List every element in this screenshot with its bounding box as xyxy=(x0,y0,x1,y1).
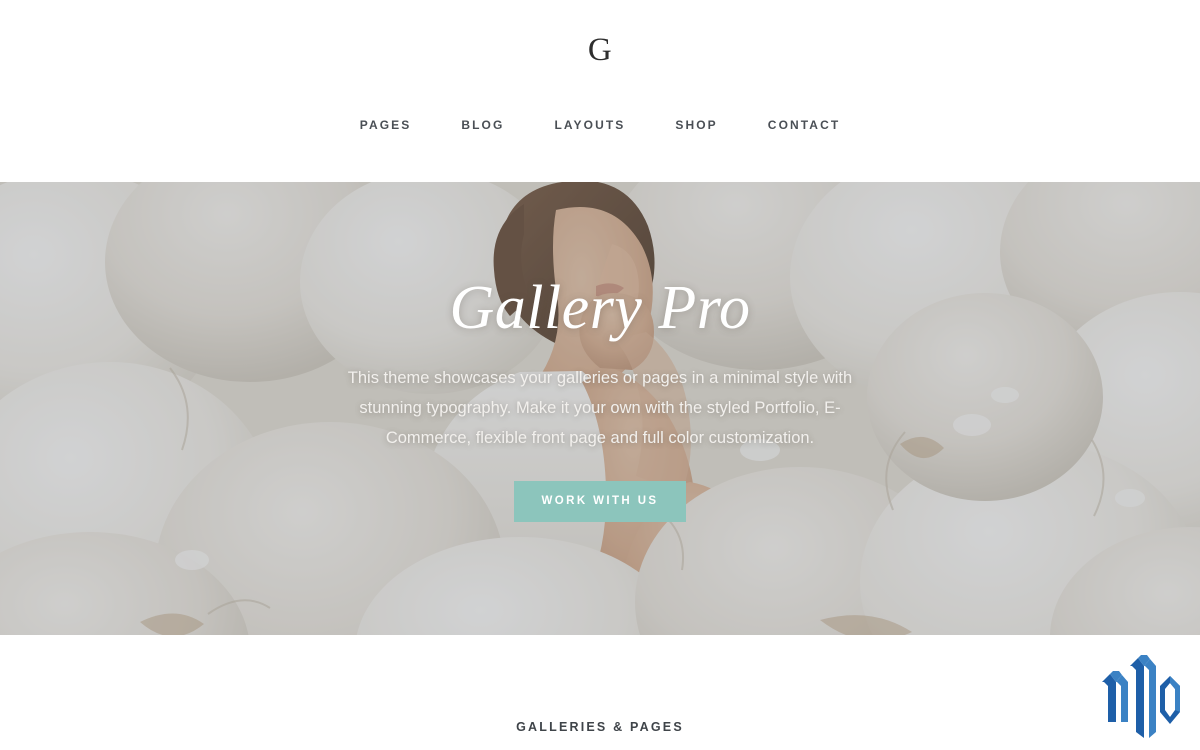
hero-title: Gallery Pro xyxy=(449,274,751,342)
work-with-us-button[interactable]: WORK WITH US xyxy=(513,481,687,522)
site-header: G PAGES BLOG LAYOUTS SHOP CONTACT xyxy=(0,0,1200,182)
nav-item-pages[interactable]: PAGES xyxy=(335,118,437,132)
nav-item-blog[interactable]: BLOG xyxy=(436,118,529,132)
section-heading: GALLERIES & PAGES xyxy=(516,720,684,734)
main-navigation: PAGES BLOG LAYOUTS SHOP CONTACT xyxy=(335,118,866,132)
hero-description: This theme showcases your galleries or p… xyxy=(347,369,853,447)
nav-item-contact[interactable]: CONTACT xyxy=(743,118,865,132)
galleries-and-pages-section: GALLERIES & PAGES xyxy=(0,635,1200,750)
nav-item-shop[interactable]: SHOP xyxy=(650,118,742,132)
hero-section: Gallery Pro This theme showcases your ga… xyxy=(0,182,1200,635)
brand-logo[interactable]: G xyxy=(588,34,612,67)
nav-item-layouts[interactable]: LAYOUTS xyxy=(529,118,650,132)
